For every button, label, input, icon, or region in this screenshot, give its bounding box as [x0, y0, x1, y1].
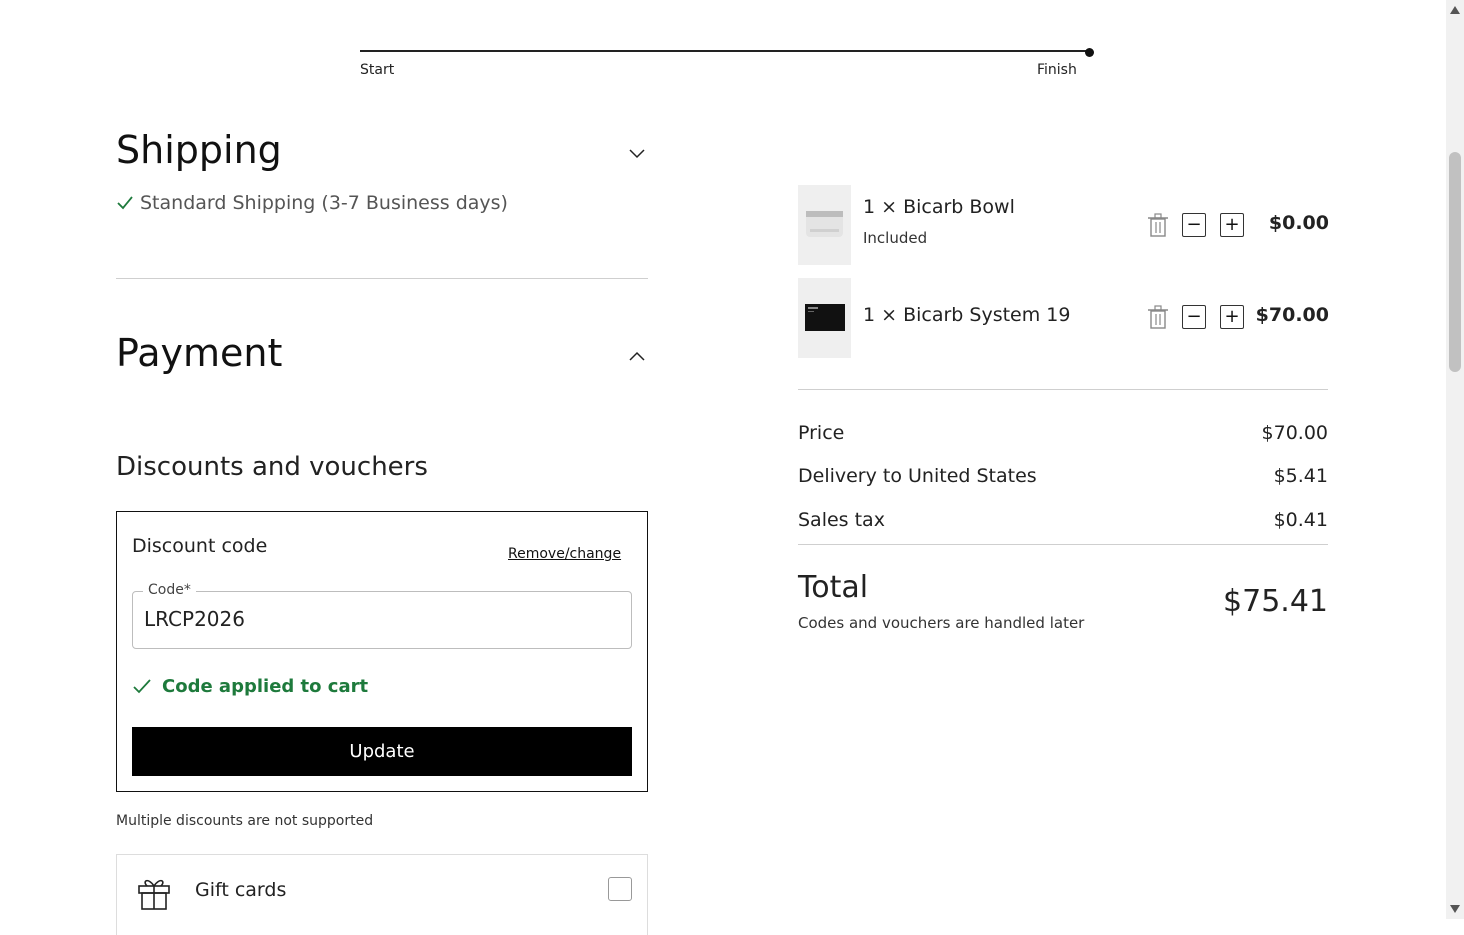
payment-section-title: Payment — [116, 331, 283, 375]
cart-item-subtitle: Included — [863, 229, 928, 247]
progress-finish-label: Finish — [1037, 62, 1077, 78]
gift-cards-panel[interactable]: Gift cards — [116, 854, 648, 935]
cart-item-price: $0.00 — [1268, 212, 1329, 234]
gift-cards-checkbox[interactable] — [608, 877, 632, 901]
system-box-image — [805, 304, 845, 331]
bowl-image — [806, 211, 843, 237]
code-input[interactable] — [144, 607, 614, 631]
total-value: $75.41 — [1223, 584, 1328, 619]
discount-code-panel: Discount code Remove/change Code* Code a… — [116, 511, 648, 792]
summary-divider — [798, 389, 1328, 390]
trash-icon[interactable] — [1147, 305, 1169, 329]
scroll-up-arrow-icon[interactable] — [1449, 4, 1461, 16]
total-note: Codes and vouchers are handled later — [798, 614, 1085, 632]
cart-item-price: $70.00 — [1255, 304, 1329, 326]
check-icon — [117, 196, 133, 210]
chevron-up-icon[interactable] — [629, 348, 645, 364]
scroll-down-arrow-icon[interactable] — [1449, 903, 1461, 915]
gift-cards-label: Gift cards — [195, 879, 287, 901]
cart-item-name: 1 × Bicarb Bowl — [863, 196, 1015, 218]
shipping-option-label: Standard Shipping (3-7 Business days) — [140, 192, 508, 214]
remove-change-link[interactable]: Remove/change — [508, 546, 621, 562]
total-label: Total — [798, 570, 869, 605]
code-applied-status: Code applied to cart — [132, 676, 368, 697]
cart-item-name: 1 × Bicarb System 19 — [863, 304, 1071, 326]
sales-tax-value: $0.41 — [1273, 509, 1328, 531]
price-label: Price — [798, 422, 845, 444]
update-button[interactable]: Update — [132, 727, 632, 776]
price-value: $70.00 — [1261, 422, 1328, 444]
discount-code-label: Discount code — [132, 535, 268, 557]
progress-track — [360, 50, 1090, 52]
decrease-quantity-button[interactable]: − — [1182, 213, 1206, 237]
product-thumbnail-bicarb-bowl — [798, 185, 851, 265]
progress-start-label: Start — [360, 62, 395, 78]
scrollbar-track[interactable] — [1446, 0, 1464, 919]
code-field-label: Code* — [143, 582, 196, 598]
scrollbar-thumb[interactable] — [1449, 152, 1461, 372]
trash-icon[interactable] — [1147, 213, 1169, 237]
shipping-selected-option: Standard Shipping (3-7 Business days) — [116, 192, 508, 214]
progress-marker — [1085, 48, 1094, 57]
shipping-section-title: Shipping — [116, 128, 282, 172]
check-icon — [133, 678, 151, 693]
multiple-discounts-note: Multiple discounts are not supported — [116, 813, 374, 829]
code-field[interactable]: Code* — [132, 582, 632, 649]
gift-icon — [138, 879, 170, 910]
delivery-value: $5.41 — [1273, 465, 1328, 487]
decrease-quantity-button[interactable]: − — [1182, 305, 1206, 329]
delivery-label: Delivery to United States — [798, 465, 1037, 487]
product-thumbnail-bicarb-system — [798, 278, 851, 358]
sales-tax-label: Sales tax — [798, 509, 885, 531]
code-applied-message: Code applied to cart — [162, 676, 369, 697]
section-divider — [116, 278, 648, 279]
summary-divider — [798, 544, 1328, 545]
discounts-heading: Discounts and vouchers — [116, 452, 428, 482]
chevron-down-icon[interactable] — [629, 146, 645, 162]
